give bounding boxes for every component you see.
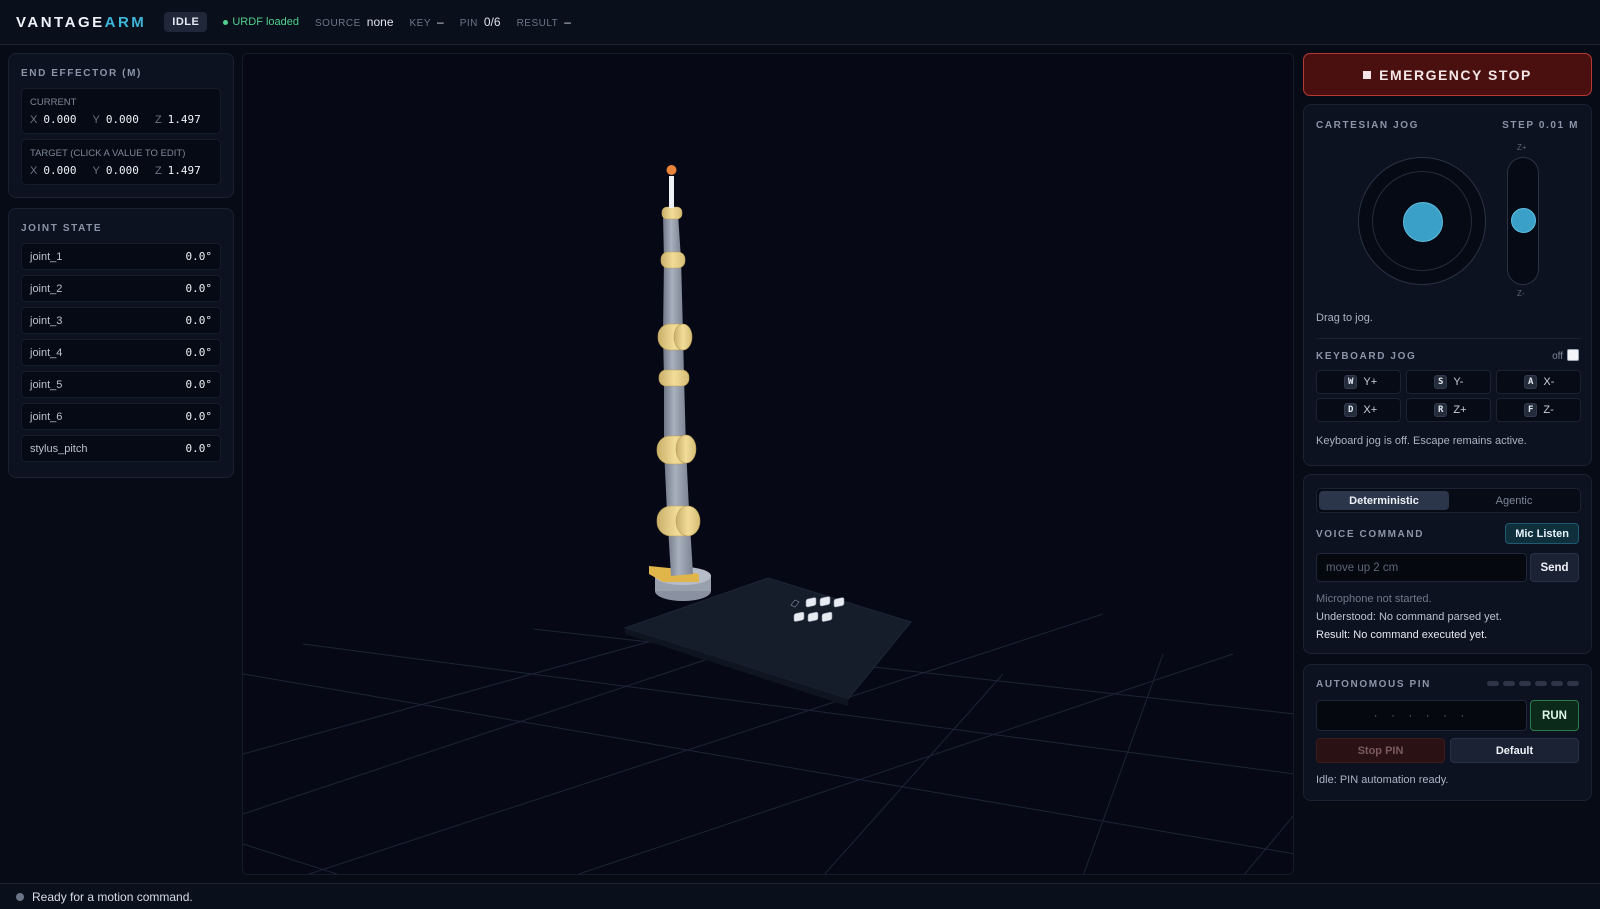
cartesian-jog-title: CARTESIAN JOG: [1316, 120, 1420, 131]
current-coords: CURRENT X 0.000 Y 0.000 Z 1.497: [21, 88, 221, 134]
pin-digit-slot: [1567, 681, 1579, 686]
target-y[interactable]: 0.000: [106, 164, 139, 177]
voice-command-title: VOICE COMMAND: [1316, 529, 1425, 540]
end-effector-panel: END EFFECTOR (M) CURRENT X 0.000 Y 0.000 Z…: [8, 53, 234, 198]
understood-status: Understood: No command parsed yet.: [1316, 611, 1502, 623]
meta-source: SOURCE none: [315, 15, 394, 29]
joint-row: joint_2 0.0°: [21, 275, 221, 302]
pin-input[interactable]: · · · · · ·: [1316, 700, 1527, 731]
autonomous-pin-title: AUTONOMOUS PIN: [1316, 679, 1431, 690]
z-slider-knob[interactable]: [1511, 208, 1536, 233]
current-z: 1.497: [167, 113, 201, 126]
joint-row: joint_4 0.0°: [21, 339, 221, 366]
autonomous-pin-panel: AUTONOMOUS PIN · · · · · · RUN Stop PIN …: [1303, 664, 1592, 801]
pin-status: Idle: PIN automation ready.: [1316, 774, 1449, 786]
meta-result: RESULT –: [516, 15, 571, 29]
jog-panel: CARTESIAN JOG STEP 0.01 M Z+ Z- Drag to …: [1303, 104, 1592, 466]
urdf-status: URDF loaded: [223, 16, 299, 28]
drag-hint: Drag to jog.: [1316, 312, 1373, 324]
jog-key-r[interactable]: R Z+: [1406, 398, 1491, 422]
jog-key-a[interactable]: A X-: [1496, 370, 1581, 394]
mode-deterministic[interactable]: Deterministic: [1319, 491, 1449, 510]
status-dot-icon: [16, 892, 24, 901]
voice-panel: Deterministic Agentic VOICE COMMAND Mic …: [1303, 474, 1592, 654]
target-x[interactable]: 0.000: [43, 164, 76, 177]
z-plus-label: Z+: [1517, 143, 1527, 152]
status-message: Ready for a motion command.: [32, 889, 193, 904]
stylus: [669, 176, 674, 208]
z-slider[interactable]: [1507, 157, 1539, 285]
z-minus-label: Z-: [1517, 289, 1525, 298]
stylus-tip: [666, 165, 677, 175]
status-bar: Ready for a motion command.: [0, 883, 1600, 909]
result-status: Result: No command executed yet.: [1316, 629, 1488, 641]
xy-joystick-knob[interactable]: [1403, 202, 1443, 242]
current-x: 0.000: [43, 113, 77, 126]
state-badge: IDLE: [164, 12, 208, 32]
stop-square-icon: [1363, 70, 1372, 79]
jog-key-w[interactable]: W Y+: [1316, 370, 1401, 394]
xy-joystick[interactable]: [1358, 157, 1486, 285]
keyboard-jog-note: Keyboard jog is off. Escape remains acti…: [1316, 435, 1527, 447]
mode-toggle: Deterministic Agentic: [1316, 488, 1581, 513]
emergency-stop-button[interactable]: EMERGENCY STOP: [1303, 53, 1592, 96]
pin-digit-slot: [1487, 681, 1499, 686]
scene-svg: [243, 165, 1293, 874]
pin-digit-slot: [1519, 681, 1531, 686]
mic-listen-button[interactable]: Mic Listen: [1505, 523, 1579, 544]
pin-digit-slot: [1535, 681, 1547, 686]
jog-key-f[interactable]: F Z-: [1496, 398, 1581, 422]
status-dot-icon: [223, 19, 229, 25]
pin-digit-slot: [1503, 681, 1515, 686]
stop-pin-button[interactable]: Stop PIN: [1316, 738, 1445, 763]
jog-key-d[interactable]: D X+: [1316, 398, 1401, 422]
run-button[interactable]: RUN: [1530, 700, 1579, 731]
joint-row: joint_6 0.0°: [21, 403, 221, 430]
target-coords: TARGET (CLICK A VALUE TO EDIT) X 0.000 Y0…: [21, 139, 221, 185]
joint-row: joint_5 0.0°: [21, 371, 221, 398]
robot-3d-viewport[interactable]: [242, 53, 1294, 875]
pin-digit-slot: [1551, 681, 1563, 686]
default-button[interactable]: Default: [1450, 738, 1579, 763]
keyboard-jog-checkbox[interactable]: [1567, 349, 1579, 361]
meta-key: KEY –: [409, 15, 444, 29]
mic-status: Microphone not started.: [1316, 593, 1432, 605]
meta-pin: PIN 0/6: [459, 15, 501, 29]
voice-command-input[interactable]: [1316, 553, 1527, 582]
pin-progress: [1487, 681, 1579, 686]
top-bar: VANTAGEARM IDLE URDF loaded SOURCE none K…: [0, 0, 1600, 45]
joint-row: joint_3 0.0°: [21, 307, 221, 334]
jog-step: STEP 0.01 M: [1502, 120, 1579, 131]
jog-key-s[interactable]: S Y-: [1406, 370, 1491, 394]
joint-row: joint_1 0.0°: [21, 243, 221, 270]
mode-agentic[interactable]: Agentic: [1449, 491, 1579, 510]
keyboard-jog-title: KEYBOARD JOG: [1316, 351, 1417, 362]
keyboard-jog-toggle-label: off: [1552, 351, 1563, 362]
end-effector-title: END EFFECTOR (M): [21, 68, 142, 79]
target-z[interactable]: 1.497: [168, 164, 201, 177]
app-logo: VANTAGEARM: [16, 13, 147, 31]
current-y: 0.000: [105, 113, 139, 126]
joint-row: stylus_pitch 0.0°: [21, 435, 221, 462]
joint-state-panel: JOINT STATE joint_1 0.0° joint_2 0.0° join…: [8, 208, 234, 478]
joint-state-title: JOINT STATE: [21, 223, 103, 234]
send-button[interactable]: Send: [1530, 553, 1579, 582]
